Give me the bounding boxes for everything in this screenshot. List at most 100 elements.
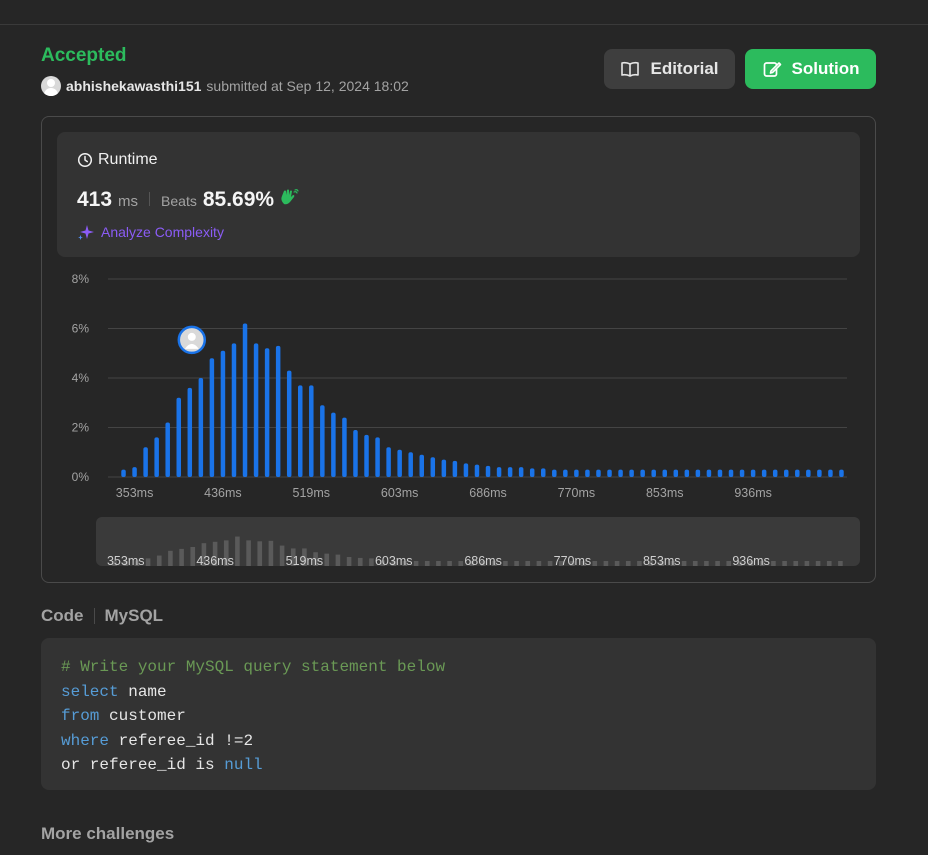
navigator-bar [424,561,430,566]
editorial-button[interactable]: Editorial [604,49,735,89]
navigator-bar [692,561,698,566]
chart-bar[interactable] [121,469,126,477]
chart-bar[interactable] [386,447,391,477]
solution-label: Solution [791,59,860,78]
runtime-unit: ms [118,193,139,210]
chart-bar[interactable] [585,469,590,477]
chart-bar[interactable] [784,469,789,477]
chart-bar[interactable] [739,469,745,477]
chart-bar[interactable] [706,469,712,477]
chart-bar[interactable] [309,385,314,477]
chart-bar[interactable] [640,469,645,477]
beats-value: 85.69% [202,188,275,211]
chart-bar[interactable] [806,469,811,477]
clock-icon [77,152,93,168]
chart-bar[interactable] [320,405,325,477]
range-navigator-chart[interactable]: 353ms 436ms 519ms 603ms 686ms 770ms 853ms 936ms [96,517,860,566]
chart-bar[interactable] [596,469,601,477]
navigator-bar [346,556,352,566]
chart-bar[interactable] [607,469,612,477]
chart-bar[interactable] [541,468,546,477]
chart-bar[interactable] [165,422,170,477]
chart-bar[interactable] [463,463,469,477]
x-tick-label: 686ms [469,486,507,500]
chart-bar[interactable] [364,434,369,477]
chart-range-navigator[interactable]: 353ms 436ms 519ms 603ms 686ms 770ms 853ms 936ms [96,517,860,566]
chart-bar[interactable] [651,469,656,477]
chart-bar[interactable] [209,358,215,477]
chart-bar[interactable] [342,417,347,477]
chart-bar[interactable] [275,345,281,477]
chart-bar[interactable] [717,469,723,477]
navigator-bar [826,561,832,566]
chart-bar[interactable] [397,449,402,477]
chart-bar[interactable] [242,323,248,477]
chart-bar[interactable] [474,464,480,477]
chart-bar[interactable] [507,467,513,477]
chart-bar[interactable] [662,469,668,477]
username-link[interactable]: abhishekawasthi151 [66,78,201,94]
chart-bar[interactable] [695,469,701,477]
chart-bar[interactable] [518,467,524,477]
chart-bar[interactable] [441,459,447,477]
navigator-bar [603,561,609,566]
code-block[interactable]: # Write your MySQL query statement below… [41,638,876,790]
chart-bar[interactable] [176,397,182,477]
chart-bar[interactable] [143,447,148,477]
chart-bar[interactable] [629,469,634,477]
avatar[interactable] [41,76,61,96]
chart-bar[interactable] [552,469,557,477]
chart-bar[interactable] [419,454,425,477]
chart-bar[interactable] [761,469,767,477]
chart-bar[interactable] [728,469,734,477]
chart-bar[interactable] [485,465,491,477]
chart-bar[interactable] [496,467,502,477]
book-icon [621,61,640,77]
chart-bar[interactable] [563,469,568,477]
chart-bar[interactable] [353,429,358,477]
runtime-distribution-chart[interactable]: 0% 2% 4% 6% 8% 353ms 436ms 519ms 603ms 686ms 770ms… [41,262,856,507]
chart-bar[interactable] [375,437,380,477]
chart-bar[interactable] [673,469,679,477]
chart-bar[interactable] [430,457,436,477]
navigator-bar [793,561,799,566]
x-tick-label: 436ms [204,486,242,500]
user-position-marker[interactable] [177,325,207,355]
navigator-bar [156,555,162,566]
chart-bar[interactable] [817,469,822,477]
chart-bar[interactable] [264,348,270,477]
chart-bar[interactable] [298,385,303,477]
chart-bar[interactable] [408,452,413,477]
chart-bar[interactable] [529,468,535,477]
chart-bar[interactable] [772,469,778,477]
navigator-bar [625,561,631,566]
chart-bar[interactable] [684,469,690,477]
chart-bar[interactable] [187,387,193,477]
chart-bar[interactable] [452,460,458,477]
chart-bar[interactable] [220,350,226,477]
navigator-bar [771,561,776,566]
solution-button[interactable]: Solution [745,49,876,89]
chart-bar[interactable] [574,469,579,477]
code-token: customer [99,707,186,726]
navigator-bar [235,536,240,566]
chart-bar[interactable] [828,469,833,477]
chart-bar[interactable] [750,469,756,477]
chart-bar[interactable] [795,469,800,477]
navigator-bar [257,541,263,566]
chart-bar[interactable] [132,467,137,477]
chart-bar[interactable] [253,343,259,477]
chart-bar[interactable] [331,412,336,477]
chart-bar[interactable] [231,343,237,477]
chart-bar[interactable] [154,437,159,477]
chart-bar[interactable] [839,469,844,477]
analyze-complexity-link[interactable]: Analyze Complexity [77,223,224,241]
chart-bar[interactable] [286,370,292,477]
chart-bar[interactable] [618,469,623,477]
navigator-tick-label: 853ms [643,554,681,566]
chart-bar[interactable] [198,378,204,477]
navigator-bar [514,561,519,566]
navigator-bar [547,561,553,566]
navigator-tick-label: 436ms [196,554,234,566]
runtime-title-label: Runtime [98,151,158,168]
